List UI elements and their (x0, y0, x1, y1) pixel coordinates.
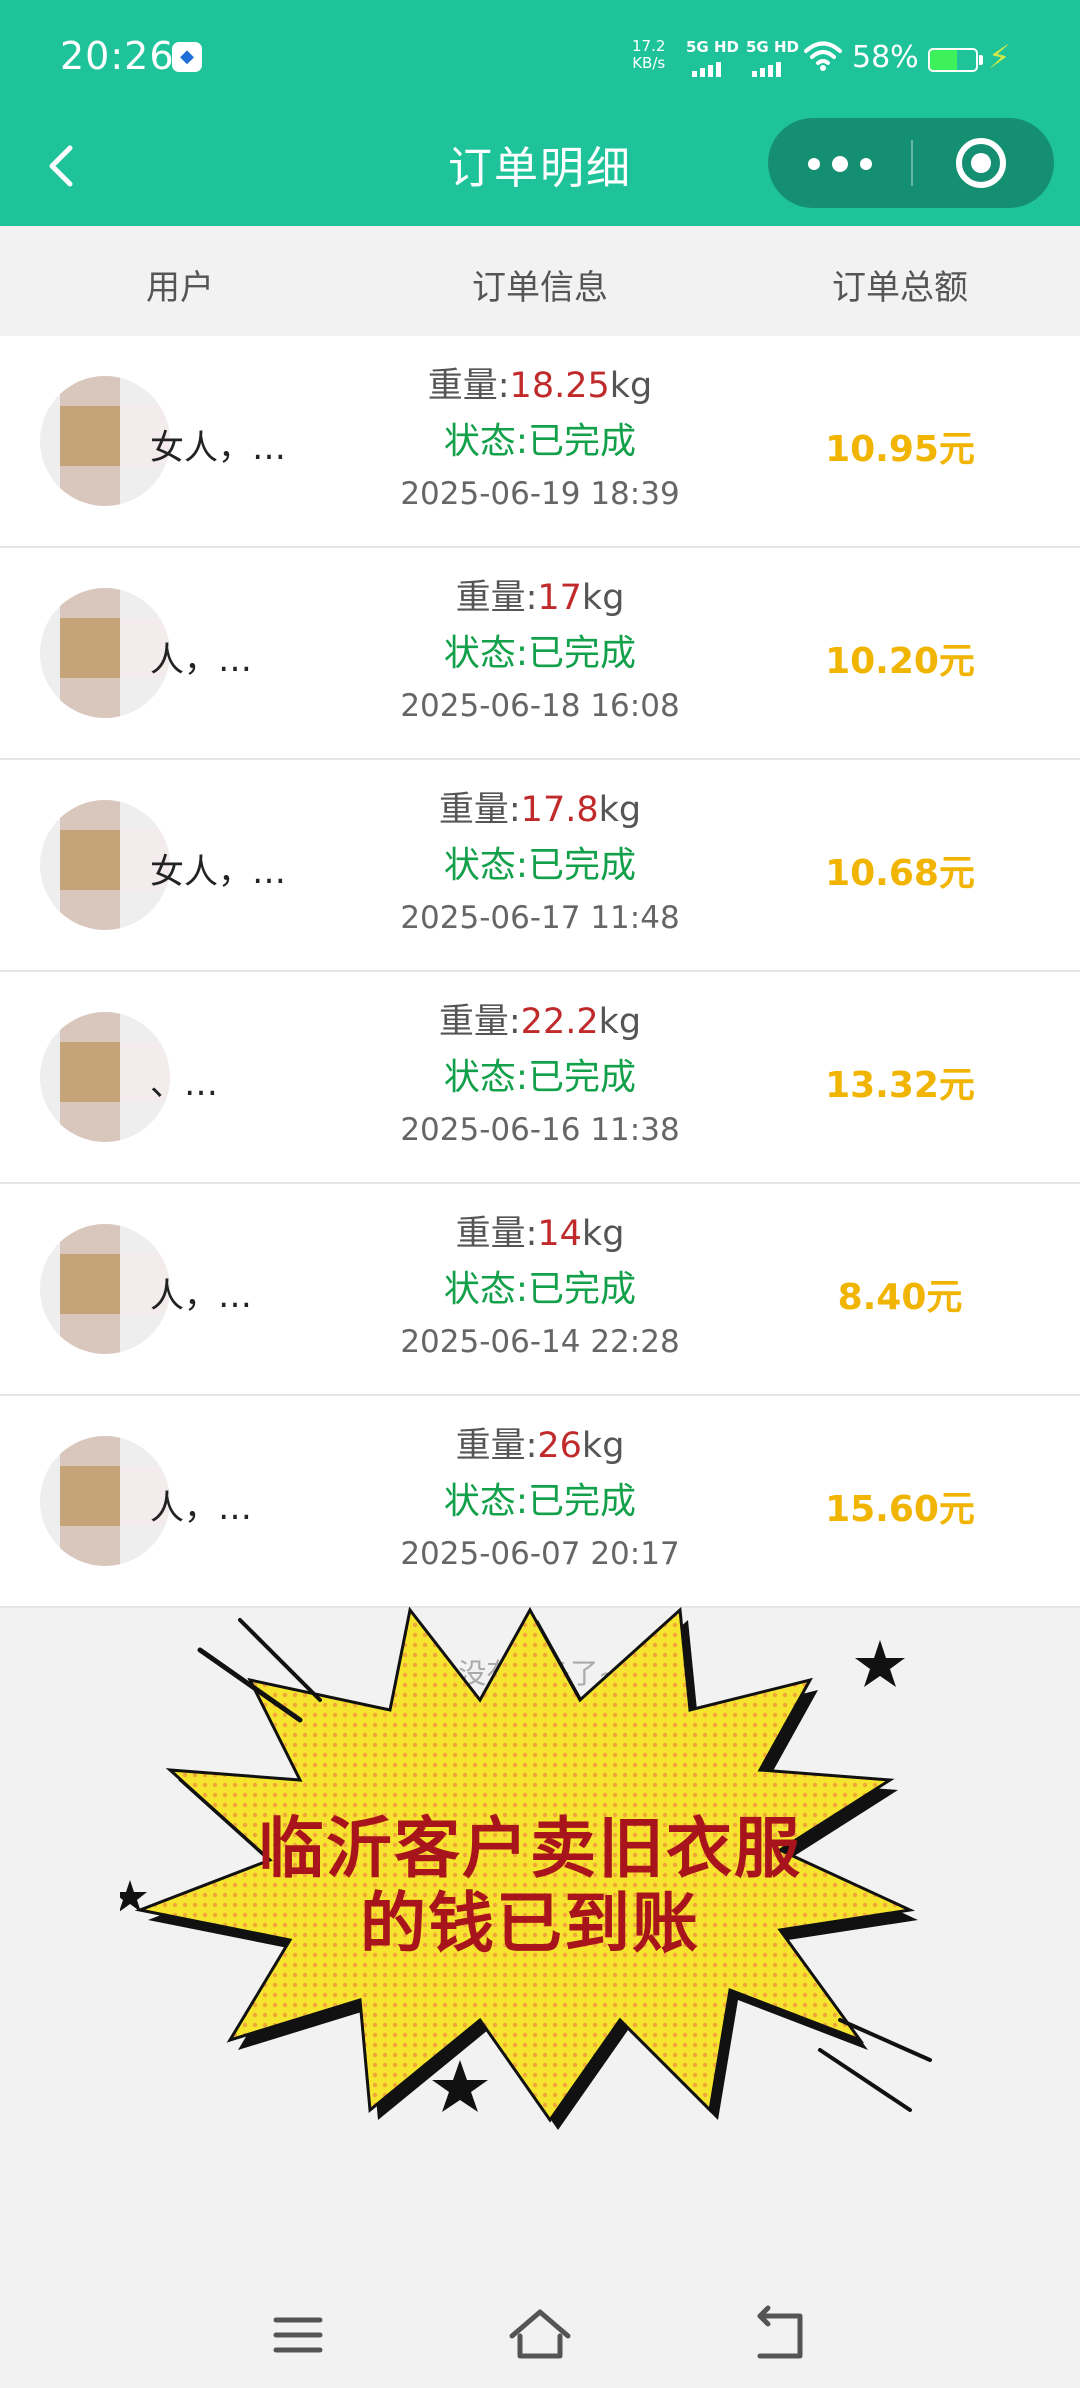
order-info: 重量:17.8kg 状态:已完成 2025-06-17 11:48 (340, 782, 740, 942)
order-date: 2025-06-14 22:28 (400, 1324, 680, 1360)
status-bar: 20:26 ◆ 17.2 KB/s 5G HD 5G HD 58% ⚡ (0, 0, 1080, 118)
order-info: 重量:14kg 状态:已完成 2025-06-14 22:28 (340, 1206, 740, 1366)
order-status: 状态:已完成 (443, 1269, 637, 1310)
more-dot (832, 156, 848, 172)
weight-line: 重量:18.25kg (340, 358, 740, 414)
weight-line: 重量:17kg (340, 570, 740, 626)
user-name: 人，… (150, 640, 252, 680)
weight-label: 重量: (438, 1002, 521, 1042)
overlay-line-2: 的钱已到账 (360, 1885, 700, 1962)
order-amount: 10.68元 (825, 853, 975, 894)
order-amount: 15.60元 (825, 1489, 975, 1530)
system-nav-bar (0, 2290, 1080, 2388)
target-dot (971, 153, 991, 173)
weight-value: 17 (537, 578, 582, 618)
weight-line: 重量:17.8kg (340, 782, 740, 838)
weight-unit: kg (609, 366, 653, 406)
back-arrow-icon[interactable] (740, 2300, 820, 2370)
battery-fill (930, 50, 957, 70)
user-name: 女人，… (150, 852, 286, 892)
column-header-info: 订单信息 (472, 268, 608, 308)
user-name: 女人，… (150, 428, 286, 468)
user-name: 人，… (150, 1488, 252, 1528)
order-info: 重量:18.25kg 状态:已完成 2025-06-19 18:39 (340, 358, 740, 518)
order-date: 2025-06-16 11:38 (400, 1112, 680, 1148)
weight-unit: kg (598, 1002, 642, 1042)
net-speed: 17.2 KB/s (632, 38, 665, 72)
weight-line: 重量:26kg (340, 1418, 740, 1474)
order-date: 2025-06-18 16:08 (400, 688, 680, 724)
close-button[interactable] (911, 118, 1054, 208)
order-status: 状态:已完成 (443, 845, 637, 886)
order-date: 2025-06-17 11:48 (400, 900, 680, 936)
order-status: 状态:已完成 (443, 421, 637, 462)
weight-value: 18.25 (509, 366, 610, 406)
top-bar: 20:26 ◆ 17.2 KB/s 5G HD 5G HD 58% ⚡ 订单明细 (0, 0, 1080, 226)
speed-line (197, 1647, 303, 1723)
order-status: 状态:已完成 (443, 633, 637, 674)
weight-unit: kg (581, 578, 625, 618)
more-button[interactable] (768, 118, 911, 208)
order-status: 状态:已完成 (443, 1057, 637, 1098)
column-header-total: 订单总额 (832, 268, 968, 308)
order-info: 重量:22.2kg 状态:已完成 2025-06-16 11:38 (340, 994, 740, 1154)
order-status: 状态:已完成 (443, 1481, 637, 1522)
battery-icon (928, 48, 978, 72)
weight-line: 重量:22.2kg (340, 994, 740, 1050)
weight-label: 重量: (455, 1214, 538, 1254)
order-list: 女人，… 重量:18.25kg 状态:已完成 2025-06-19 18:39 … (0, 336, 1080, 1608)
battery-cap (979, 55, 983, 65)
weight-unit: kg (581, 1214, 625, 1254)
app-notification-icon: ◆ (172, 42, 202, 72)
order-row[interactable]: 人，… 重量:26kg 状态:已完成 2025-06-07 20:17 15.6… (0, 1396, 1080, 1608)
more-dot (860, 158, 872, 170)
signal-icon: 5G HD (686, 38, 744, 77)
order-amount: 10.95元 (825, 429, 975, 470)
user-name: 、… (150, 1064, 218, 1104)
order-row[interactable]: 女人，… 重量:17.8kg 状态:已完成 2025-06-17 11:48 1… (0, 760, 1080, 972)
status-time: 20:26 (60, 34, 175, 78)
weight-value: 14 (537, 1214, 582, 1254)
order-date: 2025-06-07 20:17 (400, 1536, 680, 1572)
signal-label: 5G HD (746, 38, 799, 56)
order-amount: 10.20元 (825, 641, 975, 682)
order-date: 2025-06-19 18:39 (400, 476, 680, 512)
weight-label: 重量: (455, 578, 538, 618)
order-amount: 8.40元 (837, 1277, 963, 1318)
more-dot (808, 158, 820, 170)
user-name: 人，… (150, 1276, 252, 1316)
battery-percent: 58% (852, 40, 919, 75)
weight-unit: kg (598, 790, 642, 830)
weight-line: 重量:14kg (340, 1206, 740, 1262)
star-icon (855, 1640, 905, 1687)
order-row[interactable]: 人，… 重量:14kg 状态:已完成 2025-06-14 22:28 8.40… (0, 1184, 1080, 1396)
weight-label: 重量: (455, 1426, 538, 1466)
speed-line (818, 2048, 912, 2112)
net-speed-unit: KB/s (632, 54, 666, 72)
home-icon[interactable] (500, 2300, 580, 2370)
order-row[interactable]: 人，… 重量:17kg 状态:已完成 2025-06-18 16:08 10.2… (0, 548, 1080, 760)
column-header-user: 用户 (146, 268, 214, 308)
table-header: 用户 订单信息 订单总额 (0, 226, 1080, 336)
mini-program-capsule (768, 118, 1054, 208)
order-row[interactable]: 、… 重量:22.2kg 状态:已完成 2025-06-16 11:38 13.… (0, 972, 1080, 1184)
weight-unit: kg (581, 1426, 625, 1466)
wifi-icon (804, 41, 842, 71)
nav-bar: 订单明细 (0, 118, 1080, 226)
menu-icon[interactable] (258, 2300, 338, 2370)
weight-value: 26 (537, 1426, 582, 1466)
signal-label: 5G HD (686, 38, 739, 56)
weight-value: 17.8 (520, 790, 599, 830)
weight-label: 重量: (427, 366, 510, 406)
order-amount: 13.32元 (825, 1065, 975, 1106)
charging-bolt-icon: ⚡ (988, 38, 1011, 76)
weight-value: 22.2 (520, 1002, 599, 1042)
order-row[interactable]: 女人，… 重量:18.25kg 状态:已完成 2025-06-19 18:39 … (0, 336, 1080, 548)
weight-label: 重量: (438, 790, 521, 830)
order-info: 重量:26kg 状态:已完成 2025-06-07 20:17 (340, 1418, 740, 1578)
order-info: 重量:17kg 状态:已完成 2025-06-18 16:08 (340, 570, 740, 730)
signal-icon: 5G HD (746, 38, 804, 77)
net-speed-value: 17.2 (632, 37, 666, 55)
